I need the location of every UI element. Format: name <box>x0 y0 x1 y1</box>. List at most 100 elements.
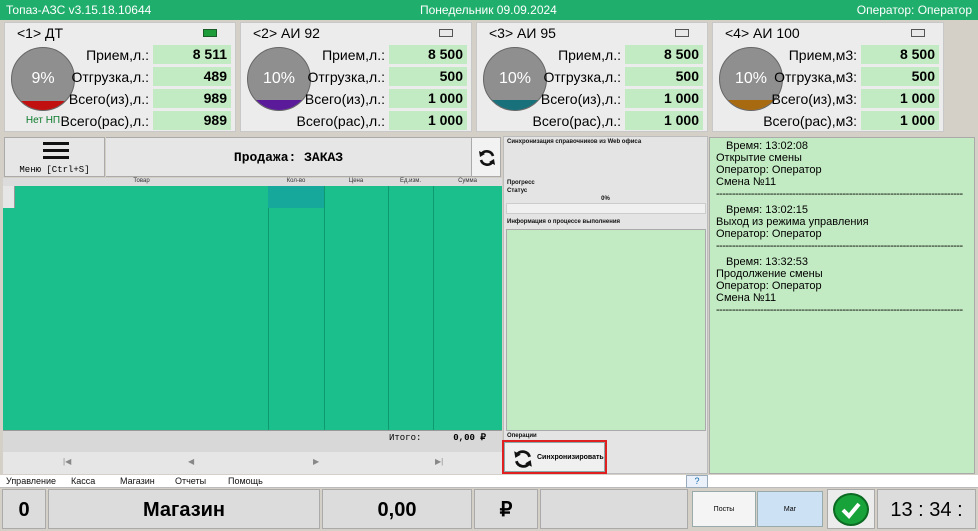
pump-panel[interactable]: <2> АИ 92 10% Прием,л.: 8 500 Отгрузка,л.: 50… <box>240 22 472 132</box>
pump-row: Всего(из),л.: 989 <box>65 89 231 108</box>
help-icon[interactable]: ? <box>686 475 708 488</box>
pump-row: Всего(рас),л.: 1 000 <box>297 111 467 130</box>
operations-label: Операции <box>507 433 537 439</box>
nav-last-button[interactable]: ▶| <box>435 457 443 466</box>
col-divider <box>324 186 325 430</box>
pump-name: <1> ДТ <box>17 25 64 41</box>
pump-status-indicator <box>203 29 217 37</box>
row-selector[interactable] <box>3 186 15 208</box>
pump-row-label: Всего(из),л.: <box>540 91 621 107</box>
log-separator: ----------------------------------------… <box>716 242 963 250</box>
log-entry: Время: 13:02:15 Выход из режима управлени… <box>716 204 968 240</box>
pump-row-value: 8 500 <box>861 45 939 64</box>
pump-row: Всего(из),м3: 1 000 <box>771 89 939 108</box>
pump-row-label: Прием,л.: <box>322 47 385 63</box>
grid-nav: |◀ ◀ ▶ ▶| <box>3 452 502 474</box>
pump-row-label: Отгрузка,м3: <box>774 69 857 85</box>
grid-header: Товар Кол-во Цена Ед.изм. Сумма <box>3 178 502 186</box>
menu-shop[interactable]: Магазин <box>120 476 155 486</box>
currency-sign: ₽ <box>474 489 538 529</box>
order-grid[interactable]: Товар Кол-во Цена Ед.изм. Сумма <box>3 178 502 430</box>
pump-row-label: Прием,л.: <box>558 47 621 63</box>
nav-first-button[interactable]: |◀ <box>63 457 71 466</box>
pump-row-value: 500 <box>861 67 939 86</box>
pump-row: Всего(рас),л.: 989 <box>61 111 231 130</box>
pump-row-label: Отгрузка,л.: <box>543 69 621 85</box>
pump-row-value: 989 <box>153 89 231 108</box>
count-indicator: 0 <box>2 489 46 529</box>
app-title: Топаз-АЗС v3.15.18.10644 <box>6 3 152 17</box>
pump-panel[interactable]: <3> АИ 95 10% Прием,л.: 8 500 Отгрузка,л.: 50… <box>476 22 708 132</box>
pump-row: Прием,м3: 8 500 <box>773 45 939 64</box>
sale-title: Продажа: ЗАКАЗ <box>233 150 344 165</box>
mode-indicator[interactable]: Магазин <box>48 489 320 529</box>
pump-row-value: 1 000 <box>389 89 467 108</box>
menu-management[interactable]: Управление <box>6 476 56 486</box>
amount-display: 0,00 <box>322 489 472 529</box>
pump-row: Отгрузка,л.: 489 <box>65 67 231 86</box>
progress-value: 0% <box>601 196 610 202</box>
pump-row-value: 500 <box>625 67 703 86</box>
log-line: Оператор: Оператор <box>716 228 822 240</box>
operator-label: Оператор: Оператор <box>856 3 972 17</box>
log-entry: Время: 13:32:53 Продолжение смены Оператор… <box>716 256 968 304</box>
menu-reports[interactable]: Отчеты <box>175 476 206 486</box>
pump-row-value: 8 500 <box>625 45 703 64</box>
log-line: Продолжение смены <box>716 268 823 280</box>
pump-status-indicator <box>911 29 925 37</box>
pump-row-value: 8 511 <box>153 45 231 64</box>
pump-row-value: 8 500 <box>389 45 467 64</box>
pump-row-label: Всего(рас),л.: <box>60 113 149 129</box>
pump-row-label: Прием,м3: <box>788 47 857 63</box>
log-time: Время: 13:02:08 <box>726 140 809 152</box>
pump-row-value: 489 <box>153 67 231 86</box>
sync-panel: Синхронизация справочников из Web офиса … <box>503 136 708 474</box>
menu-button[interactable]: Меню [Ctrl+S] <box>4 137 105 177</box>
col-divider <box>433 186 434 430</box>
menu-cash[interactable]: Касса <box>71 476 95 486</box>
col-sum[interactable]: Сумма <box>433 178 502 184</box>
pump-row-label: Всего(из),л.: <box>68 91 149 107</box>
log-line: Выход из режима управления <box>716 216 869 228</box>
pump-panel[interactable]: <4> АИ 100 10% Прием,м3: 8 500 Отгрузка,м3: 5… <box>712 22 944 132</box>
pump-row-label: Прием,л.: <box>86 47 149 63</box>
log-entry: Время: 13:02:08 Открытие смены Оператор: О… <box>716 140 968 188</box>
col-unit[interactable]: Ед.изм. <box>388 178 433 184</box>
pump-row: Прием,л.: 8 500 <box>301 45 467 64</box>
log-line: Оператор: Оператор <box>716 164 822 176</box>
menu-help[interactable]: Помощь <box>228 476 263 486</box>
col-product[interactable]: Товар <box>15 178 268 184</box>
selected-cell[interactable] <box>268 186 324 208</box>
pump-name: <3> АИ 95 <box>489 25 556 41</box>
progress-bar <box>506 203 706 214</box>
col-divider <box>268 186 269 430</box>
pump-row: Отгрузка,л.: 500 <box>301 67 467 86</box>
pump-row: Прием,л.: 8 511 <box>65 45 231 64</box>
log-time: Время: 13:32:53 <box>726 256 809 268</box>
shop-button[interactable]: Маг <box>757 491 823 527</box>
status-blank <box>540 489 688 529</box>
pump-row-label: Всего(из),м3: <box>771 91 857 107</box>
log-separator: ----------------------------------------… <box>716 306 963 314</box>
menu-bar: Управление Касса Магазин Отчеты Помощь <box>0 475 978 488</box>
log-line: Оператор: Оператор <box>716 280 822 292</box>
pump-status-indicator <box>439 29 453 37</box>
posts-button[interactable]: Посты <box>692 491 756 527</box>
sync-title: Синхронизация справочников из Web офиса <box>507 139 642 145</box>
ok-button[interactable] <box>827 489 875 529</box>
pump-row-value: 1 000 <box>389 111 467 130</box>
col-price[interactable]: Цена <box>324 178 388 184</box>
pump-panel[interactable]: <1> ДТ 9% Нет НП Прием,л.: 8 511 Отгрузка,л.:… <box>4 22 236 132</box>
col-qty[interactable]: Кол-во <box>268 178 324 184</box>
pump-row-label: Отгрузка,л.: <box>71 69 149 85</box>
pump-row-label: Всего(рас),л.: <box>532 113 621 129</box>
nav-prev-button[interactable]: ◀ <box>188 457 194 466</box>
nav-next-button[interactable]: ▶ <box>313 457 319 466</box>
pump-row-value: 1 000 <box>861 89 939 108</box>
pump-row-value: 989 <box>153 111 231 130</box>
pump-row-label: Отгрузка,л.: <box>307 69 385 85</box>
synchronize-button[interactable]: Синхронизировать <box>502 440 607 474</box>
refresh-button[interactable] <box>471 137 501 177</box>
pump-row-value: 1 000 <box>861 111 939 130</box>
pump-row-label: Всего(рас),л.: <box>296 113 385 129</box>
